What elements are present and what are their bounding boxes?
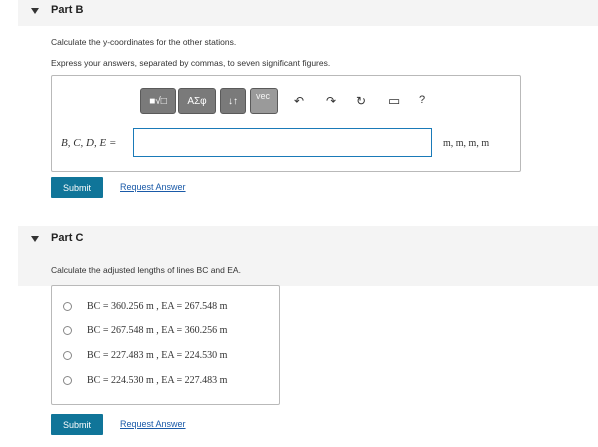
arrows-icon: ↓↑ (228, 95, 238, 107)
choice-label: BC = 267.548 m , EA = 360.256 m (87, 324, 228, 336)
vector-button[interactable]: vec (250, 88, 278, 114)
help-icon[interactable]: ? (419, 95, 425, 106)
part-c-instruction: Calculate the adjusted lengths of lines … (51, 265, 241, 275)
answer-input[interactable] (133, 128, 432, 157)
radio-button[interactable] (63, 301, 72, 311)
choice-option[interactable]: BC = 360.256 m , EA = 267.548 m (63, 298, 227, 314)
part-c-request-answer-link[interactable]: Request Answer (120, 419, 186, 429)
part-b-header (18, 0, 598, 26)
greek-icon: ΑΣφ (187, 95, 207, 107)
input-label: B, C, D, E = (61, 137, 117, 149)
choice-option[interactable]: BC = 267.548 m , EA = 360.256 m (63, 322, 227, 338)
part-b-submit-button[interactable]: Submit (51, 177, 103, 198)
units-label: m, m, m, m (443, 138, 490, 149)
templates-icon: ■√□ (149, 95, 167, 107)
vec-label: vec (256, 91, 271, 101)
greek-letters-button[interactable]: ΑΣφ (178, 88, 216, 114)
choice-option[interactable]: BC = 224.530 m , EA = 227.483 m (63, 372, 227, 388)
collapse-caret-icon[interactable] (31, 8, 39, 14)
subscript-superscript-button[interactable]: ↓↑ (220, 88, 246, 114)
part-c-header (18, 226, 598, 256)
radio-button[interactable] (63, 325, 72, 335)
reset-icon[interactable]: ↻ (356, 95, 366, 107)
part-c-title: Part C (51, 232, 84, 244)
answer-box (51, 75, 521, 172)
templates-button[interactable]: ■√□ (140, 88, 176, 114)
part-b-instruction: Calculate the y-coordinates for the othe… (51, 37, 237, 47)
choice-label: BC = 227.483 m , EA = 224.530 m (87, 349, 228, 361)
choice-label: BC = 360.256 m , EA = 267.548 m (87, 300, 228, 312)
choice-option[interactable]: BC = 227.483 m , EA = 224.530 m (63, 347, 227, 363)
part-b-request-answer-link[interactable]: Request Answer (120, 182, 186, 192)
radio-button[interactable] (63, 350, 72, 360)
radio-button[interactable] (63, 375, 72, 385)
part-b-format-note: Express your answers, separated by comma… (51, 58, 331, 68)
keyboard-icon[interactable]: ▭ (388, 94, 400, 107)
choice-label: BC = 224.530 m , EA = 227.483 m (87, 374, 228, 386)
part-b-title: Part B (51, 4, 84, 16)
undo-icon[interactable]: ↶ (294, 95, 304, 107)
redo-icon[interactable]: ↷ (326, 95, 336, 107)
collapse-caret-icon[interactable] (31, 236, 39, 242)
part-c-submit-button[interactable]: Submit (51, 414, 103, 435)
